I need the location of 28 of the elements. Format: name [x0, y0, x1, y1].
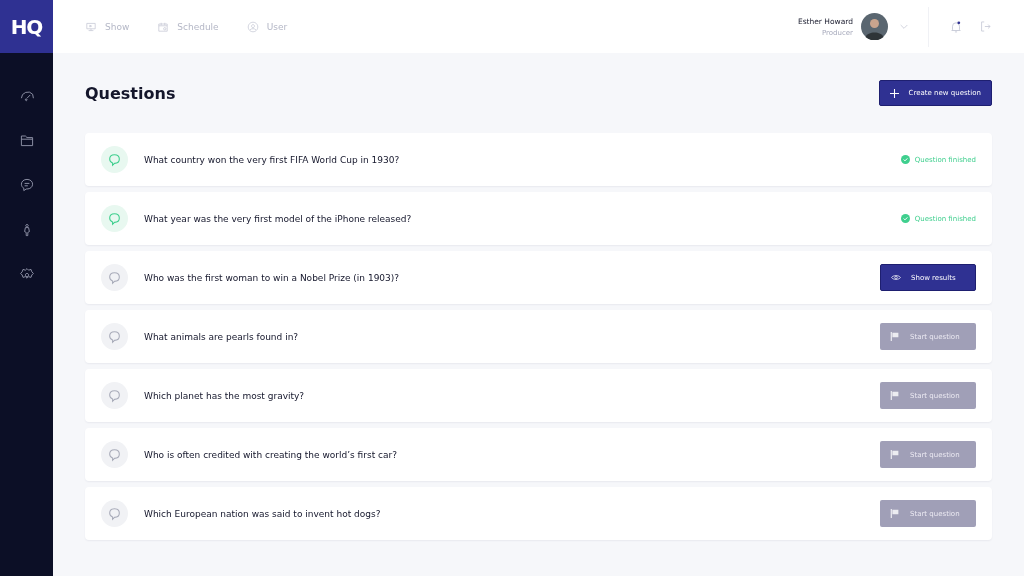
check-circle-icon	[900, 155, 910, 164]
monitor-icon	[85, 20, 97, 33]
bell-icon[interactable]	[949, 19, 963, 34]
logo-text: HQ	[10, 14, 43, 39]
logo[interactable]: HQ	[0, 0, 53, 53]
check-circle-icon	[900, 214, 910, 223]
question-text: What country won the very first FIFA World Cup in 1930?	[144, 154, 401, 165]
nav-link[interactable]: Show	[85, 20, 130, 33]
plus-icon	[889, 88, 899, 98]
flag-icon	[890, 450, 900, 459]
question-text: What year was the very first model of the iPhone released?	[144, 213, 413, 224]
avatar[interactable]	[861, 13, 888, 40]
page-title: Questions	[85, 83, 176, 103]
question-text: What animals are pearls found in?	[144, 331, 300, 342]
chat-icon[interactable]	[18, 177, 35, 193]
nav-link[interactable]: User	[246, 20, 288, 33]
flag-icon	[890, 509, 900, 518]
question-text: Which planet has the most gravity?	[144, 390, 306, 401]
question-text: Who is often credited with creating the world’s first car?	[144, 449, 398, 460]
flag-icon	[890, 332, 900, 341]
flag-icon	[890, 391, 900, 400]
calendar-icon	[157, 20, 170, 33]
eye-icon	[891, 273, 901, 282]
question-text: Who was the first woman to win a Nobel Prize (in 1903)?	[144, 272, 401, 283]
user-icon	[246, 20, 259, 33]
folder-icon[interactable]	[18, 132, 35, 148]
question-text: Which European nation was said to invent hot dogs?	[144, 508, 382, 519]
nav-link[interactable]: Schedule	[157, 20, 219, 33]
